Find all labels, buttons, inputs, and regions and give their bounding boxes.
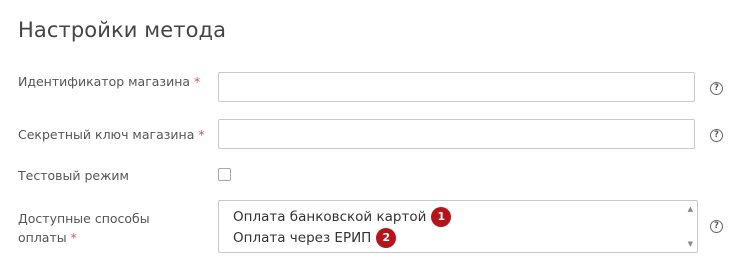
required-mark: * (194, 74, 201, 89)
shop-id-input[interactable] (218, 72, 695, 102)
help-circle-icon[interactable]: ? (710, 129, 723, 142)
secret-key-input[interactable] (218, 119, 695, 149)
test-mode-checkbox[interactable] (218, 168, 231, 181)
badge-2: 2 (376, 228, 397, 248)
option-label: Оплата банковской картой (233, 209, 427, 225)
section-title: Настройки метода (18, 18, 227, 42)
payment-option-erip[interactable]: Оплата через ЕРИП 2 (233, 228, 397, 248)
required-mark: * (198, 127, 205, 142)
scroll-down-arrow-icon[interactable]: ▼ (688, 240, 693, 248)
shop-id-label: Идентификатор магазина * (18, 74, 201, 89)
scroll-up-arrow-icon[interactable]: ▲ (688, 205, 693, 213)
option-label: Оплата через ЕРИП (233, 230, 372, 246)
help-circle-icon[interactable]: ? (710, 82, 723, 95)
payment-option-card[interactable]: Оплата банковской картой 1 (233, 207, 452, 227)
test-mode-label: Тестовый режим (18, 168, 129, 183)
secret-key-label: Секретный ключ магазина * (18, 127, 205, 142)
required-mark: * (70, 230, 77, 245)
payment-methods-label: Доступные способы оплаты * (18, 211, 150, 245)
badge-1: 1 (431, 207, 452, 227)
payment-methods-listbox[interactable]: Оплата банковской картой 1 Оплата через … (218, 200, 698, 253)
help-circle-icon[interactable]: ? (710, 220, 723, 233)
